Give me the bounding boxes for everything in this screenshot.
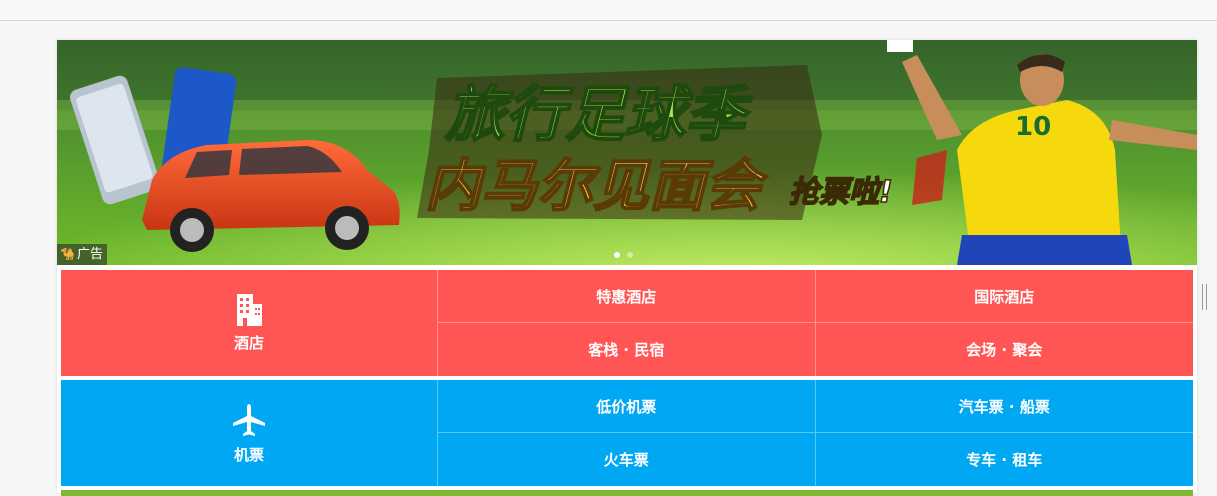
carousel-indicators bbox=[614, 252, 633, 258]
ad-badge: 🐪 广告 bbox=[57, 244, 107, 265]
flight-links-grid: 低价机票 汽车票 · 船票 火车票 专车 · 租车 bbox=[438, 380, 1193, 486]
flight-link-cheap[interactable]: 低价机票 bbox=[438, 380, 816, 433]
banner-headline-tag: 抢票啦! bbox=[789, 175, 893, 210]
hotel-label: 酒店 bbox=[233, 333, 264, 352]
flight-link-bus-ship[interactable]: 汽车票 · 船票 bbox=[815, 380, 1193, 433]
resize-handle[interactable] bbox=[1202, 284, 1207, 310]
hotel-link-international[interactable]: 国际酒店 bbox=[815, 270, 1193, 323]
next-section-partial bbox=[61, 490, 1193, 496]
jersey-number: 10 bbox=[1015, 112, 1051, 142]
banner-headline-1: 旅行足球季 bbox=[444, 80, 753, 150]
hotel-link-inn[interactable]: 客栈 · 民宿 bbox=[438, 323, 816, 376]
hotel-link-venue[interactable]: 会场 · 聚会 bbox=[816, 323, 1194, 376]
browser-top-bar bbox=[0, 0, 1217, 21]
flight-main-link[interactable]: 机票 bbox=[61, 380, 438, 486]
hotel-section: 酒店 特惠酒店 国际酒店 客栈 · 民宿 会场 · 聚会 bbox=[61, 270, 1193, 376]
flight-link-train[interactable]: 火车票 bbox=[438, 433, 816, 486]
ad-banner[interactable]: 旅行足球季 内马尔见面会 抢票啦! 10 🐪 广告 bbox=[57, 40, 1197, 265]
flight-section: 机票 低价机票 汽车票 · 船票 火车票 专车 · 租车 bbox=[61, 380, 1193, 486]
hotel-main-link[interactable]: 酒店 bbox=[61, 270, 438, 376]
banner-headline-2: 内马尔见面会 bbox=[425, 154, 768, 219]
carousel-dot-2[interactable] bbox=[627, 252, 633, 258]
carousel-dot-1[interactable] bbox=[614, 252, 620, 258]
flight-link-car[interactable]: 专车 · 租车 bbox=[816, 433, 1194, 486]
banner-image: 旅行足球季 内马尔见面会 抢票啦! 10 bbox=[57, 40, 1197, 265]
hotel-link-special[interactable]: 特惠酒店 bbox=[438, 270, 816, 323]
airplane-icon bbox=[233, 403, 265, 436]
ad-label: 广告 bbox=[76, 247, 103, 262]
camel-logo-icon: 🐪 bbox=[60, 247, 75, 261]
flight-label: 机票 bbox=[233, 445, 264, 464]
building-icon bbox=[237, 293, 262, 326]
hotel-links-grid: 特惠酒店 国际酒店 客栈 · 民宿 会场 · 聚会 bbox=[438, 270, 1193, 376]
page-container: 旅行足球季 内马尔见面会 抢票啦! 10 🐪 广告 酒店 特惠酒店 国际酒店 客… bbox=[57, 40, 1197, 496]
